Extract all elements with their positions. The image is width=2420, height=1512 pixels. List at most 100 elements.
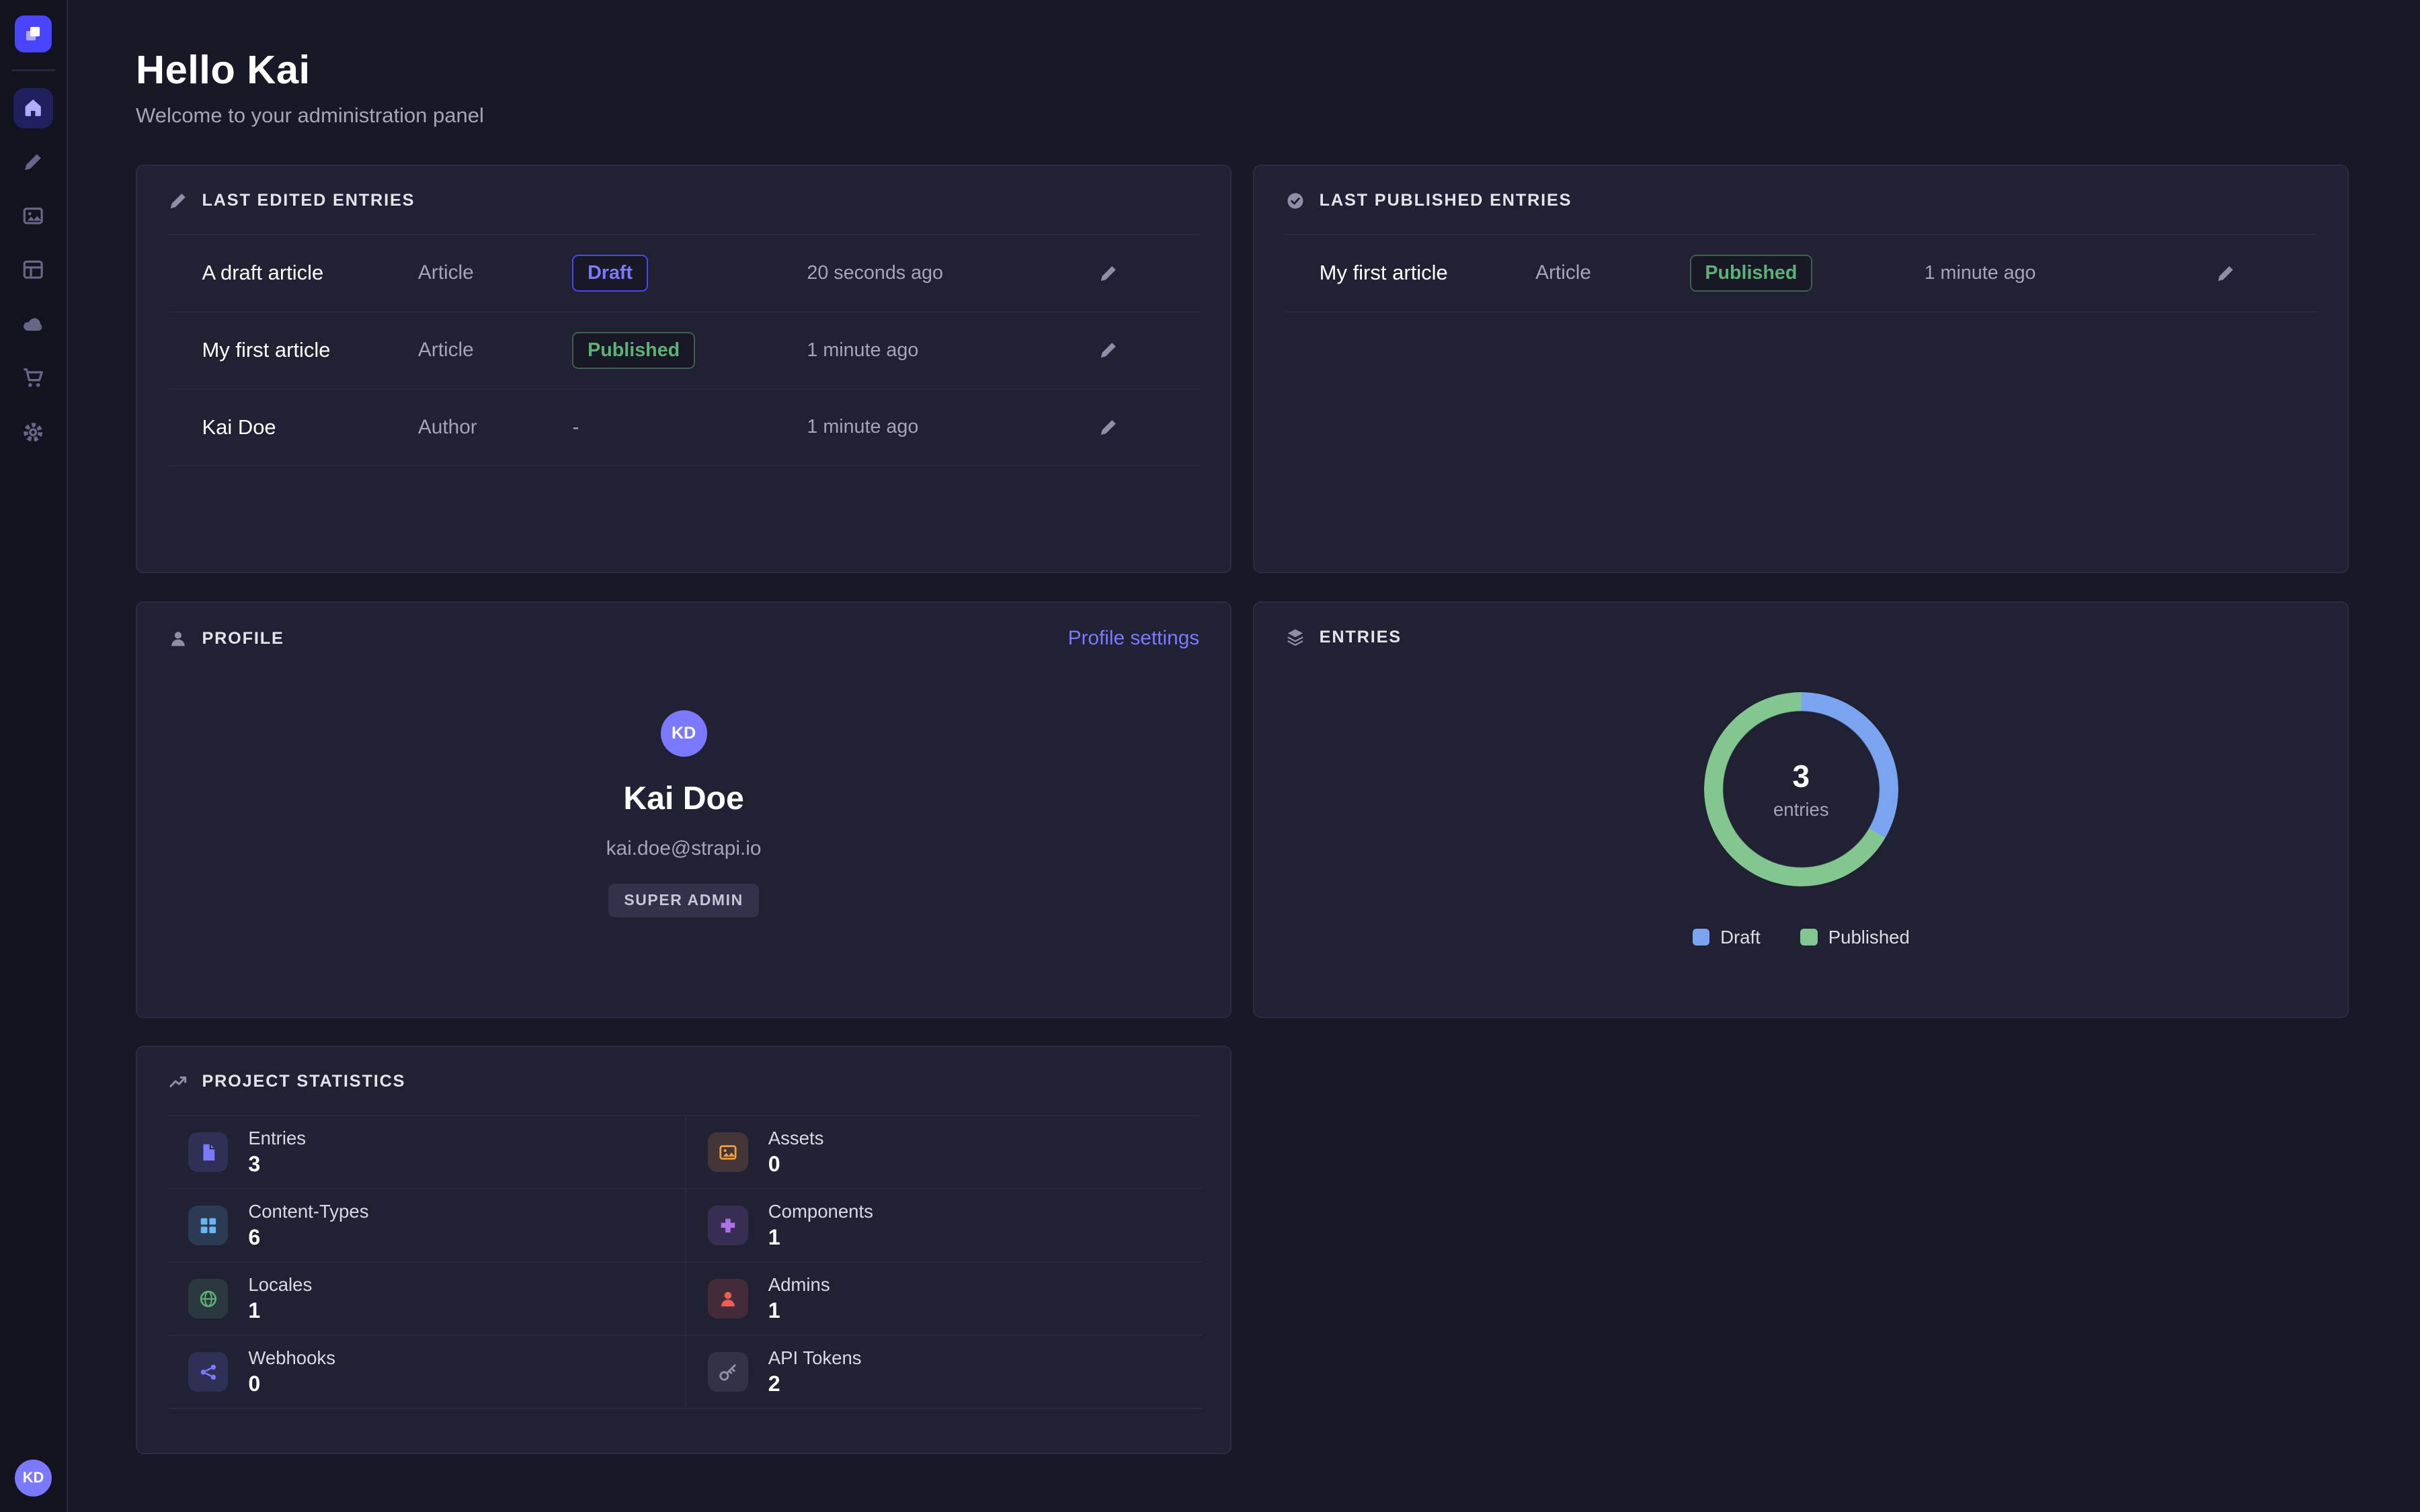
sidebar-item-marketplace[interactable] bbox=[13, 358, 54, 398]
components-icon bbox=[708, 1206, 748, 1246]
edit-entry-button[interactable] bbox=[1088, 330, 1129, 370]
content-type-builder-icon bbox=[22, 151, 44, 173]
page-subtitle: Welcome to your administration panel bbox=[136, 103, 2352, 128]
pencil-icon bbox=[168, 191, 188, 211]
entry-updated-time: 1 minute ago bbox=[1925, 262, 2193, 284]
stat-components: Components 1 bbox=[685, 1189, 1202, 1263]
entries-count: 3 bbox=[1793, 758, 1810, 794]
entry-type: Author bbox=[418, 416, 573, 439]
page-title: Hello Kai bbox=[136, 46, 2352, 93]
table-row[interactable]: My first article Article Published 1 min… bbox=[1285, 235, 2316, 312]
stat-value: 3 bbox=[248, 1152, 306, 1177]
donut-legend: Draft Published bbox=[1693, 927, 1910, 948]
locales-icon bbox=[188, 1279, 229, 1319]
legend-item-draft: Draft bbox=[1693, 927, 1761, 948]
sidebar-item-settings[interactable] bbox=[13, 412, 54, 452]
stat-label: Locales bbox=[248, 1274, 312, 1296]
profile-avatar: KD bbox=[661, 710, 707, 757]
table-row[interactable]: Kai Doe Author - 1 minute ago bbox=[168, 390, 1199, 467]
stat-label: API Tokens bbox=[768, 1347, 862, 1369]
stat-label: Components bbox=[768, 1201, 873, 1222]
profile-card: Profile Profile settings KD Kai Doe kai.… bbox=[136, 601, 1232, 1018]
page-header: Hello Kai Welcome to your administration… bbox=[136, 46, 2352, 128]
card-title: Entries bbox=[1320, 628, 1402, 647]
stat-value: 1 bbox=[768, 1225, 873, 1250]
last-published-entries-card: Last published entries My first article … bbox=[1253, 165, 2349, 573]
trending-up-icon bbox=[168, 1072, 188, 1092]
entries-icon bbox=[188, 1132, 229, 1173]
table-row[interactable]: A draft article Article Draft 20 seconds… bbox=[168, 235, 1199, 312]
content-manager-icon bbox=[22, 258, 44, 281]
profile-settings-link[interactable]: Profile settings bbox=[1068, 627, 1200, 650]
edit-entry-button[interactable] bbox=[1088, 407, 1129, 448]
pencil-icon bbox=[1098, 340, 1119, 360]
status-empty: - bbox=[572, 416, 807, 439]
card-title: Last published entries bbox=[1320, 191, 1572, 210]
stats-grid: Entries 3 Assets 0 bbox=[168, 1115, 1199, 1409]
project-statistics-card: Project Statistics Entries 3 bbox=[136, 1046, 1232, 1454]
status-badge: Published bbox=[1690, 255, 1812, 292]
cart-icon bbox=[22, 366, 44, 389]
edit-entry-button[interactable] bbox=[1088, 253, 1129, 294]
stat-content-types: Content-Types 6 bbox=[168, 1189, 685, 1263]
entry-updated-time: 1 minute ago bbox=[807, 339, 1076, 362]
media-library-icon bbox=[22, 204, 44, 227]
project-statistics-header: Project Statistics bbox=[137, 1047, 1230, 1109]
sidebar-user-avatar[interactable]: KD bbox=[15, 1460, 52, 1497]
layers-icon bbox=[1285, 627, 1305, 647]
pencil-icon bbox=[1098, 263, 1119, 284]
sidebar-item-media-library[interactable] bbox=[13, 196, 54, 237]
entry-type: Article bbox=[418, 339, 573, 362]
edit-entry-button[interactable] bbox=[2206, 253, 2246, 294]
stat-value: 1 bbox=[768, 1298, 830, 1323]
last-published-card-header: Last published entries bbox=[1254, 166, 2347, 228]
profile-card-header: Profile Profile settings bbox=[137, 603, 1230, 667]
stat-label: Assets bbox=[768, 1128, 824, 1149]
gear-icon bbox=[22, 421, 44, 444]
stat-value: 2 bbox=[768, 1372, 862, 1396]
sidebar-item-deploy[interactable] bbox=[13, 304, 54, 344]
stat-assets: Assets 0 bbox=[685, 1116, 1202, 1189]
card-title: Last edited entries bbox=[202, 191, 415, 210]
stat-admins: Admins 1 bbox=[685, 1263, 1202, 1336]
pencil-icon bbox=[1098, 417, 1119, 437]
check-circle-icon bbox=[1285, 191, 1305, 211]
profile-body: KD Kai Doe kai.doe@strapi.io SUPER ADMIN bbox=[137, 667, 1230, 917]
table-row[interactable]: My first article Article Published 1 min… bbox=[168, 312, 1199, 390]
person-icon bbox=[168, 629, 188, 649]
home-icon bbox=[22, 96, 44, 119]
legend-item-published: Published bbox=[1800, 927, 1909, 948]
entry-type: Article bbox=[418, 261, 573, 284]
entries-card-header: Entries bbox=[1254, 603, 2347, 665]
stat-value: 0 bbox=[768, 1152, 824, 1177]
main-content: Hello Kai Welcome to your administration… bbox=[68, 0, 2420, 1512]
entry-name: My first article bbox=[202, 338, 417, 362]
entries-body: 3 entries Draft Published bbox=[1254, 665, 2347, 948]
stat-value: 0 bbox=[248, 1372, 335, 1396]
last-edited-table: A draft article Article Draft 20 seconds… bbox=[168, 234, 1199, 466]
role-badge: SUPER ADMIN bbox=[608, 884, 758, 917]
sidebar-nav bbox=[13, 88, 54, 452]
status-badge: Published bbox=[572, 332, 694, 369]
legend-label: Published bbox=[1828, 927, 1910, 948]
webhooks-icon bbox=[188, 1352, 229, 1392]
stat-label: Webhooks bbox=[248, 1347, 335, 1369]
entry-name: Kai Doe bbox=[202, 415, 417, 439]
published-swatch bbox=[1800, 929, 1817, 946]
profile-name: Kai Doe bbox=[623, 780, 743, 817]
last-edited-entries-card: Last edited entries A draft article Arti… bbox=[136, 165, 1232, 573]
strapi-logo-glyph bbox=[22, 23, 44, 44]
content-types-icon bbox=[188, 1206, 229, 1246]
sidebar-item-home[interactable] bbox=[13, 88, 54, 128]
sidebar: KD bbox=[0, 0, 68, 1512]
assets-icon bbox=[708, 1132, 748, 1173]
stat-label: Content-Types bbox=[248, 1201, 368, 1222]
api-tokens-icon bbox=[708, 1352, 748, 1392]
card-title: Profile bbox=[202, 629, 284, 648]
last-edited-card-header: Last edited entries bbox=[137, 166, 1230, 228]
entry-updated-time: 20 seconds ago bbox=[807, 262, 1076, 284]
sidebar-item-content-manager[interactable] bbox=[13, 250, 54, 290]
sidebar-item-content-type-builder[interactable] bbox=[13, 142, 54, 182]
stat-value: 1 bbox=[248, 1298, 312, 1323]
strapi-logo[interactable] bbox=[15, 15, 52, 52]
